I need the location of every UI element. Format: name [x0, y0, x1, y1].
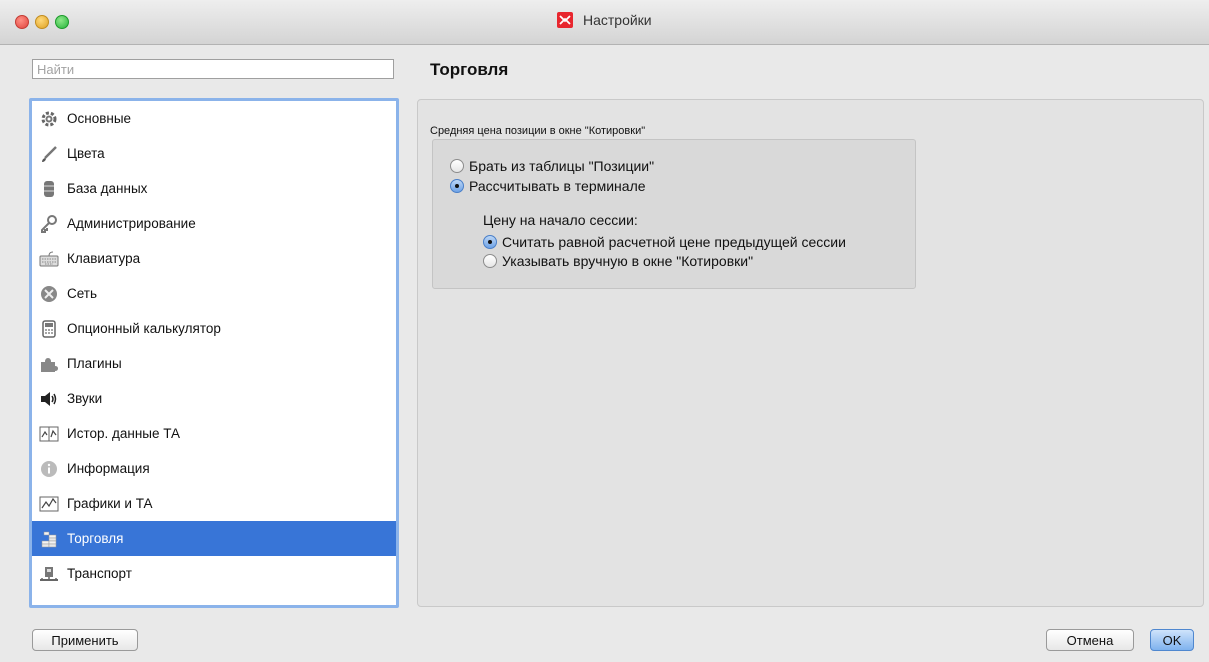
sidebar-item-label: Информация [67, 461, 150, 476]
database-icon [39, 179, 59, 199]
radio-calculate-in-terminal[interactable]: Рассчитывать в терминале [450, 178, 646, 194]
page-title: Торговля [430, 60, 509, 79]
sidebar-item-label: Клавиатура [67, 251, 141, 266]
gear-icon [39, 109, 59, 129]
sidebar-item-trading[interactable]: Торговля [32, 521, 396, 556]
brush-icon [39, 144, 59, 164]
line-chart-icon [39, 494, 59, 514]
radio-label: Рассчитывать в терминале [469, 178, 646, 194]
sidebar-item-label: Истор. данные ТА [67, 426, 181, 441]
sidebar-item-label: Основные [67, 111, 132, 126]
history-chart-icon [39, 424, 59, 444]
ok-button[interactable]: OK [1150, 629, 1194, 651]
radio-label: Указывать вручную в окне "Котировки" [502, 253, 754, 269]
sidebar-item-label: Транспорт [67, 566, 132, 581]
search-input[interactable] [32, 59, 394, 79]
sidebar-item-colors[interactable]: Цвета [32, 136, 396, 171]
sidebar-item-label: Торговля [67, 531, 124, 546]
network-icon [39, 284, 59, 304]
title-bar: Настройки [0, 0, 1209, 45]
sidebar-item-label: База данных [67, 181, 148, 196]
radio-label: Считать равной расчетной цене предыдущей… [502, 234, 846, 250]
radio-button[interactable] [450, 179, 464, 193]
sidebar-item-information[interactable]: Информация [32, 451, 396, 486]
sidebar-item-database[interactable]: База данных [32, 171, 396, 206]
radio-label: Брать из таблицы "Позиции" [469, 158, 655, 174]
info-icon [39, 459, 59, 479]
group-label: Средняя цена позиции в окне "Котировки" [430, 125, 646, 137]
sidebar-item-label: Звуки [67, 391, 103, 406]
sidebar-item-label: Сеть [67, 286, 98, 301]
key-icon [39, 214, 59, 234]
sidebar-item-keyboard[interactable]: Клавиатура [32, 241, 396, 276]
sidebar-item-general[interactable]: Основные [32, 101, 396, 136]
sidebar-item-history-ta[interactable]: Истор. данные ТА [32, 416, 396, 451]
sidebar-item-network[interactable]: Сеть [32, 276, 396, 311]
sidebar-item-plugins[interactable]: Плагины [32, 346, 396, 381]
puzzle-icon [39, 354, 59, 374]
keyboard-icon [39, 249, 59, 269]
calculator-icon [39, 319, 59, 339]
sidebar-item-label: Плагины [67, 356, 122, 371]
sidebar-item-charts-ta[interactable]: Графики и ТА [32, 486, 396, 521]
radio-button[interactable] [450, 159, 464, 173]
cancel-button[interactable]: Отмена [1046, 629, 1134, 651]
radio-manual-in-quotes[interactable]: Указывать вручную в окне "Котировки" [483, 253, 753, 269]
coins-icon [39, 529, 59, 549]
radio-previous-session-price[interactable]: Считать равной расчетной цене предыдущей… [483, 234, 846, 250]
sidebar-item-transport[interactable]: Транспорт [32, 556, 396, 591]
sidebar-item-sounds[interactable]: Звуки [32, 381, 396, 416]
sidebar-item-option-calculator[interactable]: Опционный калькулятор [32, 311, 396, 346]
speaker-icon [39, 389, 59, 409]
window-title-wrap: Настройки [0, 12, 1209, 28]
radio-take-from-positions[interactable]: Брать из таблицы "Позиции" [450, 158, 654, 174]
radio-button[interactable] [483, 254, 497, 268]
session-price-label: Цену на начало сессии: [483, 212, 638, 228]
sidebar-item-label: Администрирование [67, 216, 196, 231]
sidebar-item-administration[interactable]: Администрирование [32, 206, 396, 241]
apply-button[interactable]: Применить [32, 629, 138, 651]
window-title: Настройки [582, 12, 652, 28]
sidebar-item-label: Цвета [67, 146, 105, 161]
sidebar-item-label: Опционный калькулятор [67, 321, 221, 336]
app-logo-icon [557, 12, 574, 28]
sidebar-item-label: Графики и ТА [67, 496, 153, 511]
radio-button[interactable] [483, 235, 497, 249]
settings-category-list: Основные Цвета База данных Администриров… [29, 98, 399, 608]
transport-icon [39, 564, 59, 584]
